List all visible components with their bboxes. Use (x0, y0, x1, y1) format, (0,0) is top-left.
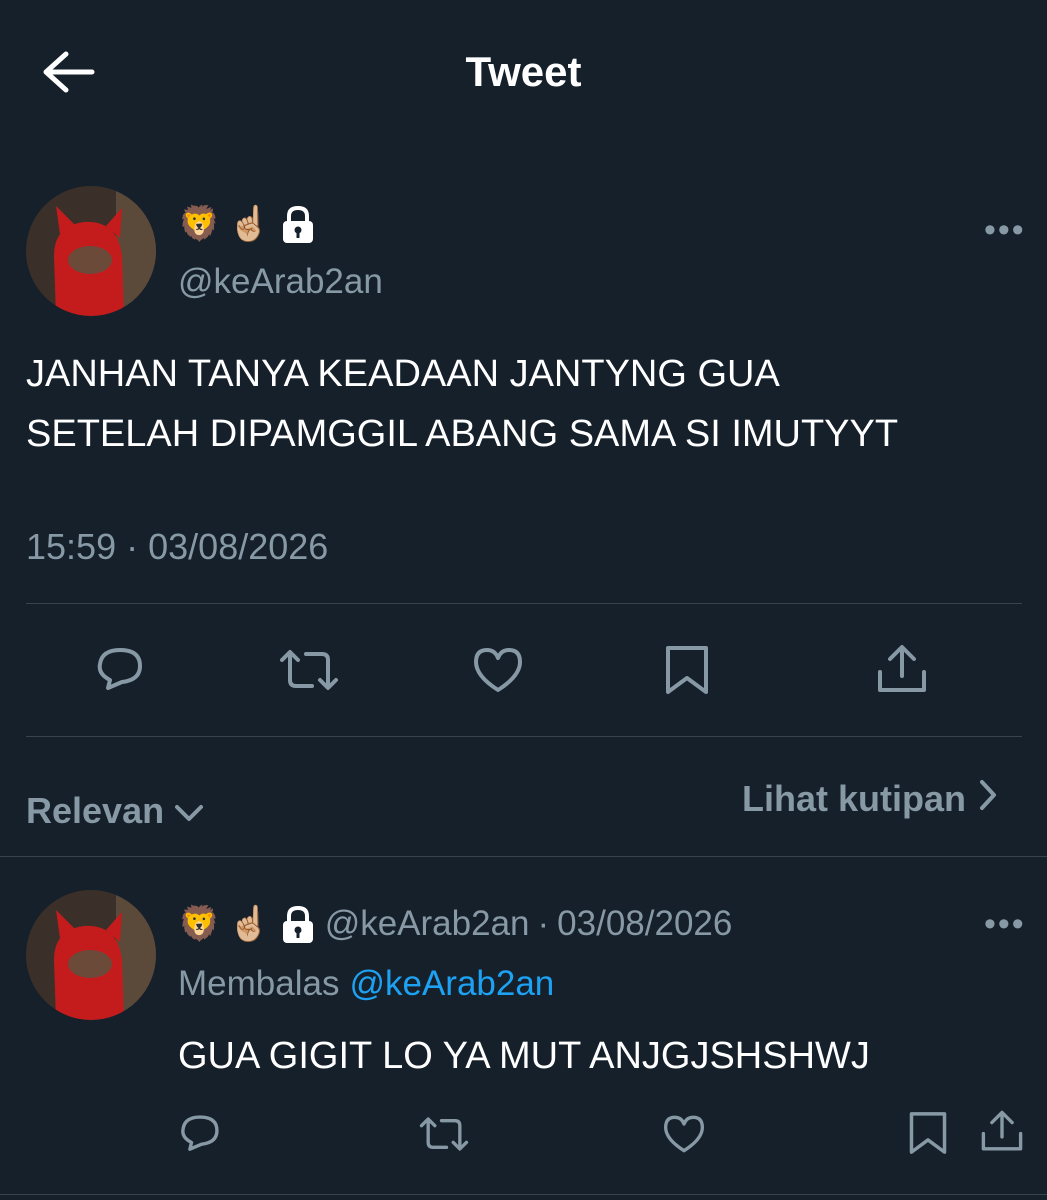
tweet-text: JANHAN TANYA KEADAAN JANTYNG GUA SETELAH… (26, 344, 1026, 464)
replying-to: Membalas @keArab2an (178, 964, 554, 1004)
author-handle[interactable]: @keArab2an (178, 262, 383, 302)
page-title: Tweet (465, 48, 582, 95)
tweet-text-line: JANHAN TANYA KEADAAN JANTYNG GUA (26, 353, 780, 395)
like-icon[interactable] (472, 646, 524, 694)
more-options-icon[interactable]: ••• (984, 213, 1026, 247)
chevron-right-icon (978, 778, 998, 820)
reply-share-icon[interactable] (980, 1108, 1024, 1154)
reply-handle[interactable]: @keArab2an (325, 904, 530, 944)
lion-emoji: 🦁 (178, 205, 221, 243)
reply-author-line: 🦁 ☝🏼 @keArab2an · 03/08/2026 (178, 904, 732, 944)
tweet-date: 03/08/2026 (148, 526, 329, 567)
sort-dropdown[interactable]: Relevan (26, 790, 204, 832)
divider (26, 603, 1022, 604)
chevron-down-icon (174, 790, 204, 832)
author-name: 🦁 ☝🏼 (178, 204, 317, 244)
finger-emoji: ☝🏼 (228, 205, 271, 243)
replying-to-link[interactable]: @keArab2an (349, 964, 554, 1004)
lion-emoji: 🦁 (178, 905, 221, 943)
retweet-icon[interactable] (278, 646, 340, 694)
lock-icon (279, 904, 317, 944)
finger-emoji: ☝🏼 (228, 905, 271, 943)
lock-icon (279, 204, 317, 244)
tweet-time: 15:59 (26, 526, 117, 567)
replying-prefix: Membalas (178, 964, 340, 1003)
tweet-text-line: SETELAH DIPAMGGIL ABANG SAMA SI IMUTYYT (26, 413, 899, 455)
divider (26, 736, 1022, 737)
reply-date: 03/08/2026 (557, 904, 733, 943)
reply-avatar[interactable] (26, 890, 156, 1020)
sort-label: Relevan (26, 790, 165, 831)
separator: · (126, 526, 139, 567)
divider (0, 856, 1047, 857)
divider (0, 1194, 1047, 1195)
reply-reply-icon[interactable] (178, 1112, 222, 1156)
reply-retweet-icon[interactable] (418, 1114, 470, 1154)
view-quotes-link[interactable]: Lihat kutipan (742, 778, 998, 820)
view-quotes-label: Lihat kutipan (742, 778, 966, 819)
avatar[interactable] (26, 186, 156, 316)
share-icon[interactable] (876, 642, 928, 696)
bookmark-icon[interactable] (664, 644, 710, 696)
tweet-timestamp: 15:59 · 03/08/2026 (26, 526, 328, 568)
reply-text: GUA GIGIT LO YA MUT ANJGJSHSHWJ (178, 1035, 870, 1077)
separator: · (537, 904, 550, 943)
reply-icon[interactable] (94, 644, 146, 696)
reply-more-options-icon[interactable]: ••• (984, 907, 1026, 941)
reply-bookmark-icon[interactable] (908, 1110, 948, 1156)
reply-like-icon[interactable] (662, 1114, 706, 1154)
